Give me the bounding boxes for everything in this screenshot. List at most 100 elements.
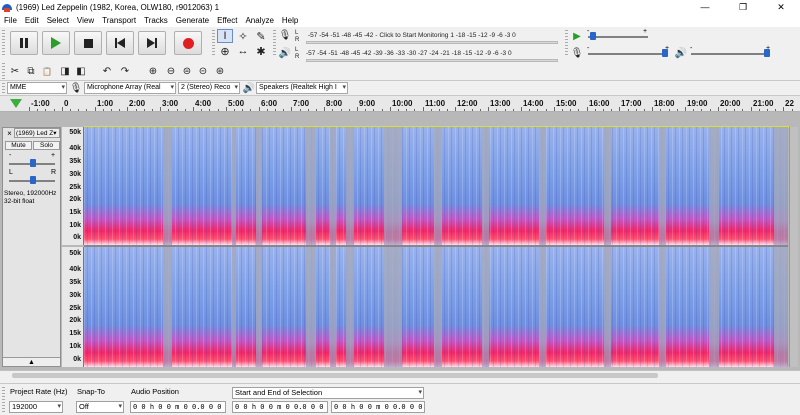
recording-volume-slider-thumb[interactable]: [662, 49, 668, 57]
selection-mode-select[interactable]: Start and End of Selection: [232, 387, 424, 399]
cut-button[interactable]: ✂: [8, 64, 22, 78]
vertical-scrollbar[interactable]: [789, 127, 798, 367]
ruler-minor-tick: [37, 109, 38, 111]
play-speed-slider-track[interactable]: [588, 36, 648, 38]
transport-toolbar-grip[interactable]: [2, 30, 5, 56]
record-meter-bar[interactable]: [306, 41, 558, 44]
undo-button[interactable]: ↶: [100, 64, 114, 78]
toolbar-area: I ✧ ✎ ⊕ ↔ ✱ 🎙 L R -57 -54 -51 -48 -45 -4…: [0, 27, 800, 81]
horizontal-scrollbar-thumb[interactable]: [12, 373, 658, 378]
horizontal-scrollbar[interactable]: [0, 370, 800, 380]
menu-edit[interactable]: Edit: [25, 16, 39, 25]
menu-view[interactable]: View: [77, 16, 94, 25]
playback-volume-icon: 🔊: [674, 47, 688, 59]
menu-analyze[interactable]: Analyze: [245, 16, 273, 25]
record-meter[interactable]: -57 -54 -51 -48 -45 -42 - Click to Start…: [308, 30, 562, 40]
minimize-button[interactable]: —: [686, 0, 724, 14]
menu-generate[interactable]: Generate: [176, 16, 209, 25]
fit-selection-button[interactable]: ⊜: [180, 64, 194, 78]
maximize-button[interactable]: ❐: [724, 0, 762, 14]
mixer-toolbar-grip[interactable]: [565, 30, 568, 56]
zoom-toggle-button[interactable]: ⊛: [213, 64, 227, 78]
pan-slider-thumb[interactable]: [30, 176, 36, 184]
trim-button[interactable]: ◨: [58, 64, 72, 78]
menu-transport[interactable]: Transport: [102, 16, 136, 25]
copy-button[interactable]: ⧉: [24, 64, 38, 78]
playback-meter[interactable]: -57 -54 -51 -48 -45 -42 -39 -36 -33 -30 …: [306, 48, 562, 58]
playback-device-select[interactable]: Speakers (Realtek High I: [256, 82, 348, 94]
zoom-tool-button[interactable]: ⊕: [217, 44, 233, 58]
snap-to-select[interactable]: Off: [76, 401, 124, 413]
spectrogram-quiet-region: [539, 247, 546, 367]
pause-button[interactable]: [10, 31, 38, 55]
frequency-axis-right-channel[interactable]: 50k 40k 35k 30k 25k 20k 15k 10k 0k: [62, 247, 84, 367]
track-close-button[interactable]: ×: [5, 129, 14, 138]
selection-start-field[interactable]: 0 0 h 0 0 m 0 0.0 0 0 s: [232, 401, 328, 413]
speaker-icon: 🔊: [278, 47, 292, 59]
fit-project-button[interactable]: ⊝: [196, 64, 210, 78]
stop-button[interactable]: [74, 31, 102, 55]
silence-button[interactable]: ◧: [74, 64, 88, 78]
collapse-track-button[interactable]: ▲: [3, 357, 60, 366]
playback-volume-slider-thumb[interactable]: [764, 49, 770, 57]
zoom-in-button[interactable]: ⊕: [146, 64, 160, 78]
zoom-toggle-icon: ⊛: [215, 65, 225, 77]
menu-select[interactable]: Select: [47, 16, 69, 25]
edit-toolbar-grip[interactable]: [2, 63, 5, 79]
draw-tool-button[interactable]: ✎: [253, 29, 269, 43]
menu-effect[interactable]: Effect: [217, 16, 237, 25]
paste-button[interactable]: 📋: [40, 64, 54, 78]
audio-position-field[interactable]: 0 0 h 0 0 m 0 0.0 0 0 s: [130, 401, 226, 413]
recording-volume-slider-track[interactable]: [588, 53, 666, 55]
device-toolbar-grip[interactable]: [2, 83, 5, 94]
recording-device-select[interactable]: Microphone Array (Real: [84, 82, 176, 94]
selection-tool-button[interactable]: I: [217, 29, 233, 43]
skip-to-end-button[interactable]: [138, 31, 166, 55]
frequency-axis-label: 20k: [69, 196, 81, 203]
meter-toolbar-grip[interactable]: [273, 30, 276, 56]
skip-to-start-icon: [115, 38, 125, 48]
spectrogram-right-channel[interactable]: [84, 247, 788, 367]
playback-meter-bar[interactable]: [306, 59, 558, 62]
spectrogram-left-channel[interactable]: [84, 127, 788, 245]
track-control-panel[interactable]: × (1969) Led Z▾ Mute Solo - + L R Stereo…: [2, 127, 61, 367]
project-rate-select[interactable]: 192000: [9, 401, 63, 413]
recording-channels-select[interactable]: 2 (Stereo) Reco: [178, 82, 240, 94]
time-shift-tool-button[interactable]: ↔: [235, 44, 251, 58]
record-meter-right-label: R: [295, 37, 300, 43]
ruler-major-tick: [160, 107, 161, 111]
gain-slider-thumb[interactable]: [30, 159, 36, 167]
timeline-ruler[interactable]: -1:00 0 1:00 2:00 3:00 4:00 5:00 6:00 7:00 8:00 9:…: [0, 96, 800, 112]
frequency-axis-left-channel[interactable]: 50k 40k 35k 30k 25k 20k 15k 10k 0k: [62, 127, 84, 245]
close-button[interactable]: ✕: [762, 0, 800, 14]
multi-tool-button[interactable]: ✱: [253, 44, 269, 58]
selection-toolbar-grip[interactable]: [2, 387, 5, 413]
play-icon: [51, 37, 61, 49]
menu-tracks[interactable]: Tracks: [144, 16, 168, 25]
selection-end-field[interactable]: 0 0 h 0 0 m 0 0.0 0 0 s: [331, 401, 425, 413]
ruler-minor-tick: [136, 109, 137, 111]
solo-button[interactable]: Solo: [33, 141, 60, 150]
menu-help[interactable]: Help: [282, 16, 298, 25]
play-button[interactable]: [42, 31, 70, 55]
project-rate-label: Project Rate (Hz): [10, 387, 68, 396]
record-button[interactable]: [174, 31, 202, 55]
play-speed-slider-thumb[interactable]: [590, 32, 596, 40]
microphone-device-icon: 🎙: [69, 82, 83, 94]
ruler-label: 4:00: [195, 99, 212, 108]
ruler-major-tick: [521, 107, 522, 111]
track-name-menu[interactable]: (1969) Led Z▾: [14, 128, 60, 138]
play-head-marker[interactable]: [10, 99, 22, 108]
audio-host-select[interactable]: MME: [7, 82, 67, 94]
tools-toolbar-grip[interactable]: [212, 30, 215, 56]
mute-button[interactable]: Mute: [5, 141, 32, 150]
redo-button[interactable]: ↷: [118, 64, 132, 78]
time-shift-tool-icon: ↔: [237, 45, 249, 57]
menu-file[interactable]: File: [4, 16, 17, 25]
envelope-tool-button[interactable]: ✧: [235, 29, 251, 43]
spectrogram-quiet-region: [384, 127, 402, 245]
skip-to-start-button[interactable]: [106, 31, 134, 55]
playback-volume-slider-track[interactable]: [691, 53, 769, 55]
play-at-speed-icon[interactable]: ▶: [570, 29, 584, 43]
zoom-out-button[interactable]: ⊖: [164, 64, 178, 78]
